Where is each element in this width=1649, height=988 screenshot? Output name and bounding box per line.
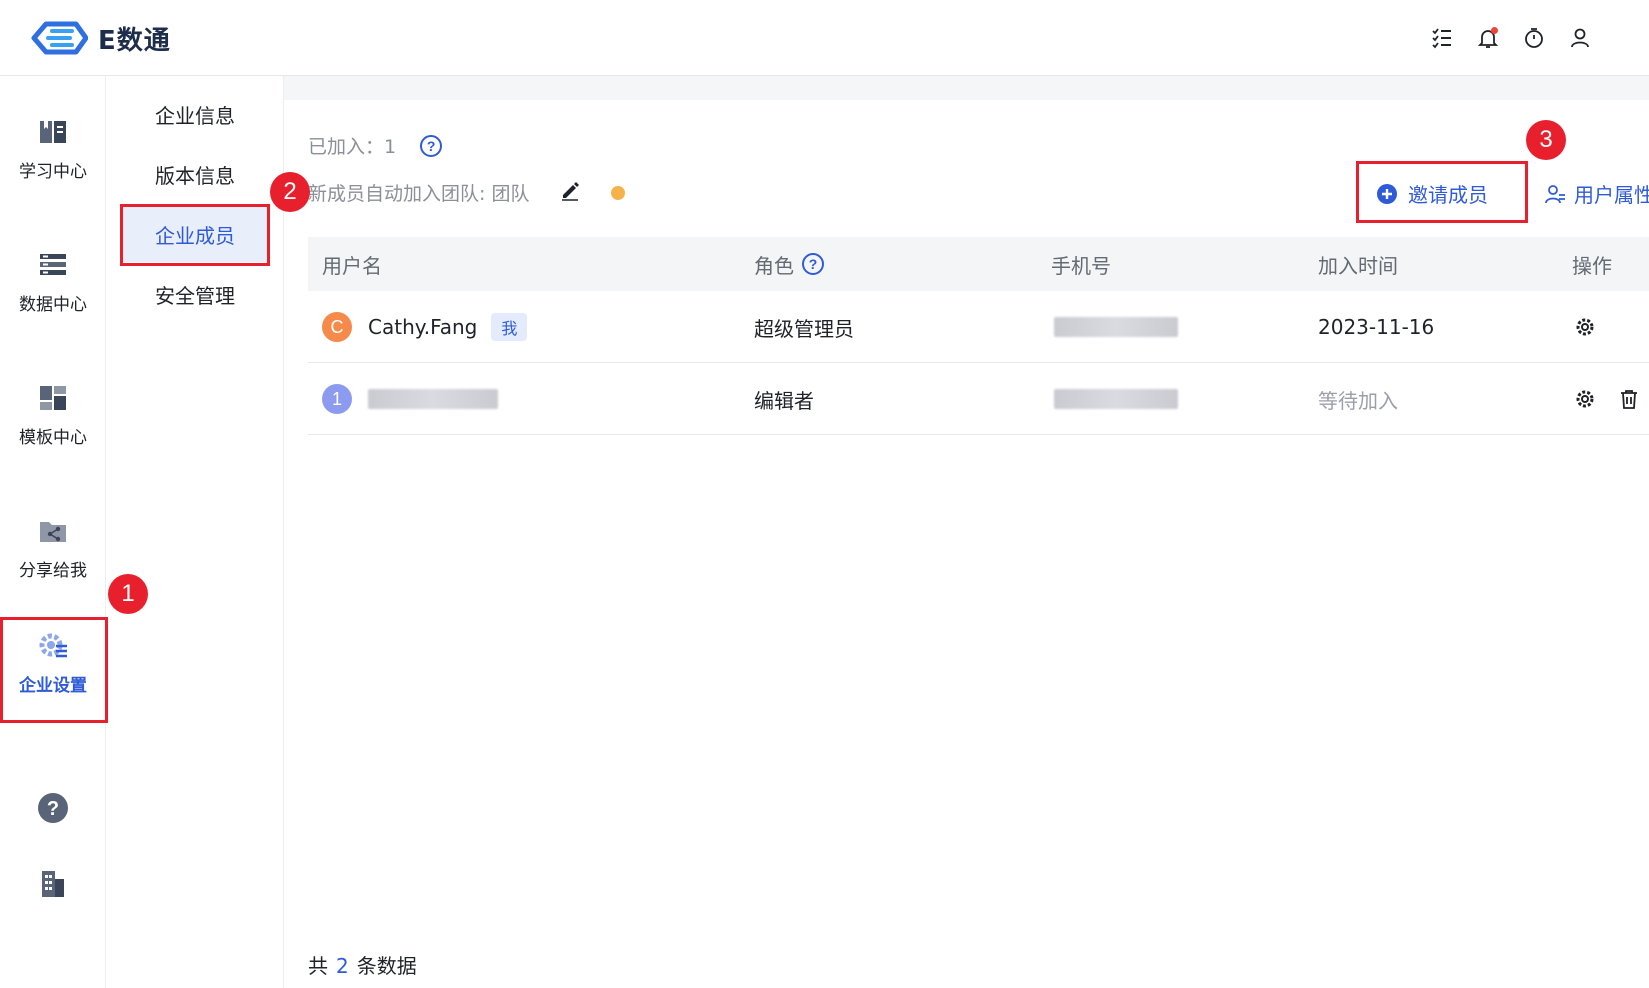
left-nav: 学习中心 数据中心 模板中心 分享给我 企业设置 ? [0, 76, 106, 988]
role-help-icon[interactable]: ? [802, 253, 824, 275]
gear-icon[interactable] [1572, 386, 1598, 412]
actions-cell [1572, 363, 1642, 435]
role-cell: 编辑者 [754, 388, 814, 413]
highlight-box-3 [1356, 161, 1528, 223]
nav-item-shared-with-me[interactable]: 分享给我 [0, 497, 106, 597]
actions-cell [1572, 291, 1598, 363]
avatar: 1 [322, 384, 352, 414]
redacted-phone [1054, 317, 1178, 337]
username: Cathy.Fang [368, 315, 478, 339]
auto-join-label: 新成员自动加入团队: 团队 [308, 183, 530, 205]
step-badge-3: 3 [1526, 120, 1566, 160]
phone-cell [1054, 363, 1178, 435]
submenu-item-version-info[interactable]: 版本信息 [122, 146, 268, 202]
phone-cell [1054, 291, 1178, 363]
table-row[interactable]: 1 编辑者 等待加入 [308, 363, 1649, 435]
role-cell: 超级管理员 [754, 316, 854, 341]
join-time-cell: 2023-11-16 [1318, 315, 1435, 339]
header-role: 角色 ? [754, 237, 824, 291]
header-join-time: 加入时间 [1318, 253, 1398, 278]
step-badge-1: 1 [108, 574, 148, 614]
header-username: 用户名 [322, 253, 382, 278]
top-bar: E数通 [0, 0, 1649, 76]
user-icon[interactable] [1566, 24, 1594, 52]
edit-pen-icon[interactable] [559, 179, 581, 206]
timer-icon[interactable] [1520, 24, 1548, 52]
template-icon [40, 385, 66, 410]
notification-dot [1491, 27, 1498, 34]
brand-logo[interactable]: E数通 [28, 18, 171, 58]
me-badge: 我 [491, 313, 528, 341]
nav-item-template-center[interactable]: 模板中心 [0, 364, 106, 464]
highlight-box-2 [120, 204, 270, 266]
user-attr-icon [1545, 184, 1565, 203]
logo-mark-icon [31, 21, 88, 55]
submenu-item-enterprise-info[interactable]: 企业信息 [122, 86, 268, 142]
book-icon [40, 120, 66, 143]
user-cell: 1 [322, 363, 498, 435]
header-phone: 手机号 [1051, 253, 1111, 278]
table-row[interactable]: C Cathy.Fang 我 超级管理员 2023-11-16 [308, 291, 1649, 363]
submenu-item-security-management[interactable]: 安全管理 [122, 266, 268, 322]
bell-icon[interactable] [1474, 24, 1502, 52]
joined-count-line: 已加入：1 ? [308, 132, 443, 159]
brand-name: E数通 [98, 25, 171, 56]
redacted-phone [1054, 389, 1178, 409]
share-icon [40, 521, 66, 542]
trash-icon[interactable] [1616, 386, 1642, 412]
nav-item-data-center[interactable]: 数据中心 [0, 231, 106, 331]
redacted-username [368, 389, 498, 409]
gear-icon[interactable] [1572, 314, 1598, 340]
total-count: 共 2 条数据 [308, 954, 417, 978]
help-icon: ? [38, 793, 68, 823]
header-actions: 操作 [1572, 253, 1612, 278]
user-cell: C Cathy.Fang 我 [322, 291, 528, 363]
members-panel [284, 100, 1649, 988]
database-icon [40, 253, 66, 275]
step-badge-2: 2 [270, 172, 310, 212]
nav-item-learning-center[interactable]: 学习中心 [0, 98, 106, 198]
svg-text:?: ? [47, 798, 59, 820]
nav-enterprise[interactable] [0, 834, 106, 934]
todo-list-icon[interactable] [1428, 24, 1456, 52]
joined-help-icon[interactable]: ? [420, 134, 443, 157]
highlight-box-1 [0, 617, 108, 723]
members-table-header: 用户名 角色 ? 手机号 加入时间 操作 [308, 237, 1649, 291]
auto-join-line: 新成员自动加入团队: 团队 [308, 179, 626, 206]
joined-count-label: 已加入：1 [308, 136, 397, 158]
join-time-cell: 等待加入 [1318, 388, 1398, 413]
building-icon [42, 871, 64, 897]
status-dot [611, 185, 626, 200]
user-attributes-button[interactable]: 用户属性 [1544, 179, 1649, 208]
avatar: C [322, 312, 352, 342]
